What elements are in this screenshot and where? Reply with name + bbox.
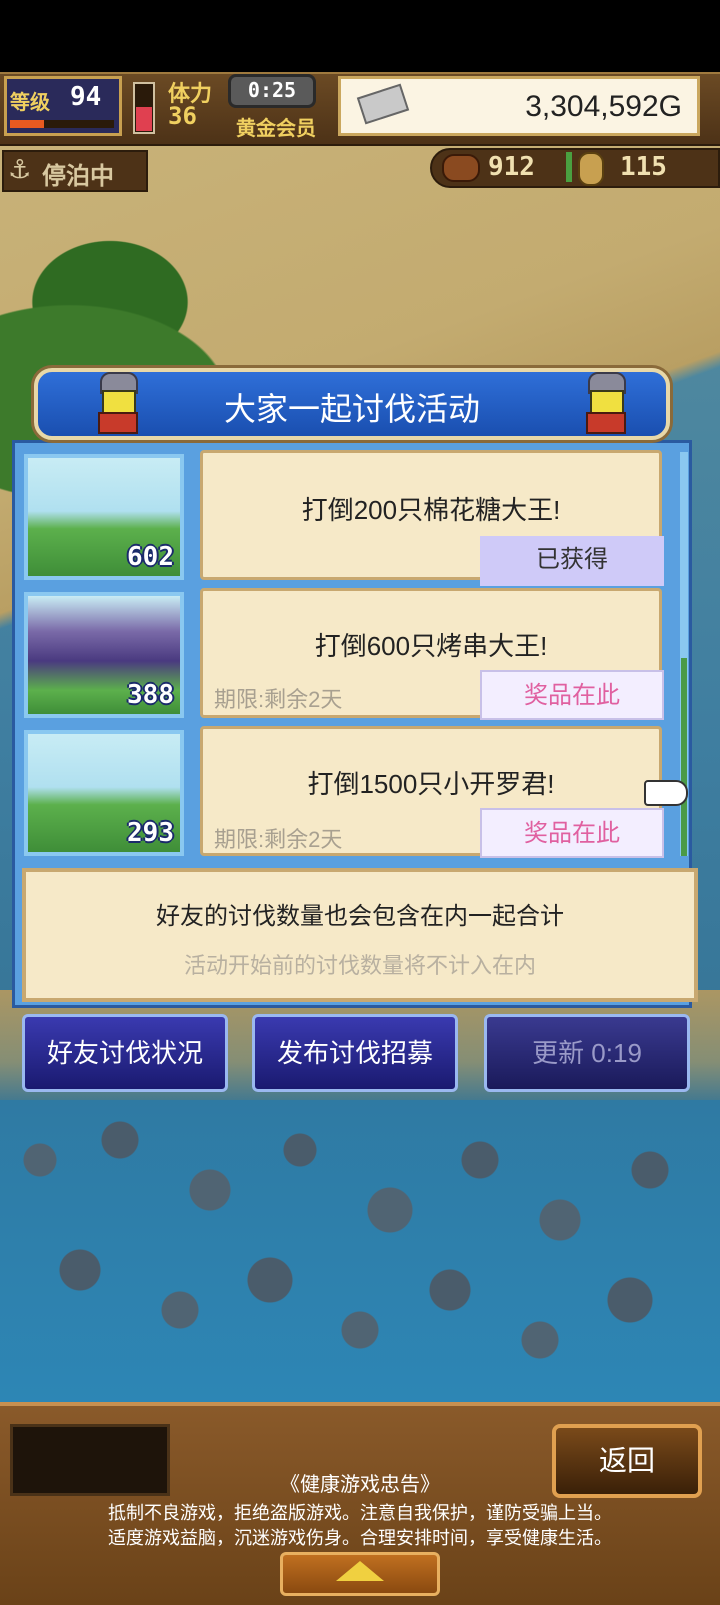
quest-title: 打倒200只棉花糖大王! [301,495,561,525]
quest-monster-image: 388 [24,592,184,718]
health-notice-line: 适度游戏益脑，沉迷游戏伤身。合理安排时间，享受健康生活。 [108,1528,612,1548]
refresh-button[interactable]: 更新 0:19 [484,1014,690,1092]
quest-title: 打倒1500只小开罗君! [307,769,555,799]
info-text: 好友的讨伐数量也会包含在内一起合计 [156,903,564,930]
status-bar [0,0,720,72]
meat-value: 912 [488,152,535,182]
sea-rocks [0,1100,720,1402]
coin-icon [578,152,604,186]
quest-scrollbar-thumb[interactable] [681,658,687,856]
quest-deadline: 期限:剩余2天 [214,827,343,852]
gold-member-label: 黄金会员 [236,116,316,140]
info-subtext: 活动开始前的讨伐数量将不计入在内 [183,953,536,978]
health-notice-title: 《健康游戏忠告》 [280,1474,440,1496]
health-notice-line: 抵制不良游戏，拒绝盗版游戏。注意自我保护，谨防受骗上当。 [108,1503,612,1523]
event-title: 大家一起讨伐活动 [223,391,480,427]
chevron-up-icon [336,1561,384,1581]
friend-status-button[interactable]: 好友讨伐状况 [22,1014,228,1092]
quest-monster-image: 293 [24,730,184,856]
exp-bar [10,120,44,128]
stamina-value: 36 [168,102,197,130]
stamina-timer: 0:25 [247,78,297,102]
quest-title: 打倒600只烤串大王! [314,631,548,661]
quest-deadline: 期限:剩余2天 [214,687,343,712]
publish-recruit-button[interactable]: 发布讨伐招募 [252,1014,458,1092]
pointing-hand-icon [644,780,688,806]
level-label: 等级 [10,90,50,114]
quest-monster-image: 602 [24,454,184,580]
level-value: 94 [70,82,102,112]
prize-button[interactable]: 奖品在此 [480,670,664,720]
prize-button[interactable]: 奖品在此 [480,808,664,858]
info-box [22,868,698,1002]
resource-divider [566,152,572,182]
obtained-button[interactable]: 已获得 [480,536,664,586]
coin-value: 115 [620,152,667,182]
money-value: 3,304,592G [525,90,682,123]
stamina-bar [136,107,152,131]
quest-count: 388 [127,680,174,710]
anchor-icon: ⚓ [8,155,32,185]
quest-count: 602 [127,542,174,572]
quest-count: 293 [127,818,174,848]
meat-icon [442,154,480,182]
moored-label: 停泊中 [42,162,114,190]
